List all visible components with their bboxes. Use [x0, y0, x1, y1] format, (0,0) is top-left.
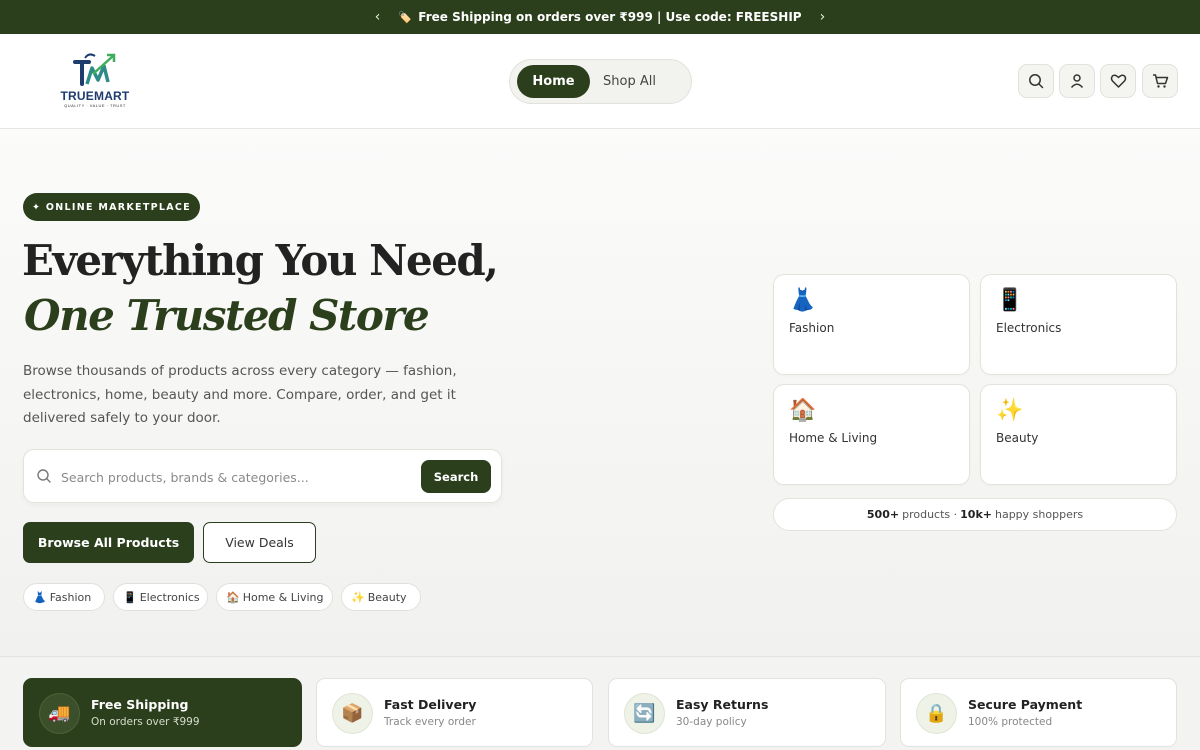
category-label: Electronics — [996, 321, 1062, 335]
hero-section: ✦ ONLINE MARKETPLACE Everything You Need… — [0, 129, 1200, 657]
hero-search: Search — [23, 449, 502, 503]
feature-subtitle: 30-day policy — [676, 716, 747, 728]
logo[interactable]: TRUEMART QUALITY · VALUE · TRUST — [57, 52, 133, 110]
search-submit-button[interactable]: Search — [421, 460, 491, 493]
dress-icon: 👗 — [33, 590, 47, 604]
category-card-fashion[interactable]: 👗 Fashion — [773, 274, 970, 375]
chip-label: Beauty — [367, 590, 407, 604]
search-icon — [1029, 74, 1044, 89]
returns-icon: 🔄 — [624, 693, 665, 734]
feature-subtitle: Track every order — [384, 716, 476, 728]
category-label: Home & Living — [789, 431, 878, 445]
feature-secure-payment: 🔒 Secure Payment 100% protected — [900, 678, 1177, 747]
chevron-right-icon[interactable]: › — [816, 9, 830, 25]
logo-mark-icon — [73, 53, 116, 86]
feature-free-shipping: 🚚 Free Shipping On orders over ₹999 — [23, 678, 302, 747]
chip-beauty[interactable]: ✨ Beauty — [341, 583, 421, 611]
nav-shop-all[interactable]: Shop All — [603, 74, 656, 89]
store-stats: 500+ products · 10k+ happy shoppers — [773, 498, 1177, 531]
shoppers-count: 10k+ — [960, 508, 992, 521]
site-header: TRUEMART QUALITY · VALUE · TRUST Home Sh… — [0, 34, 1200, 129]
tag-icon: 🏷️ — [398, 11, 413, 24]
phone-icon: 📱 — [996, 288, 1024, 313]
search-input[interactable] — [61, 462, 411, 492]
delivery-truck-icon: 🚚 — [39, 693, 80, 734]
phone-icon: 📱 — [123, 590, 137, 604]
chip-fashion[interactable]: 👗 Fashion — [23, 583, 105, 611]
shoppers-label: happy shoppers — [994, 508, 1084, 521]
sparkles-icon: ✨ — [351, 590, 365, 604]
category-card-electronics[interactable]: 📱 Electronics — [980, 274, 1177, 375]
logo-tagline: QUALITY · VALUE · TRUST — [64, 103, 126, 108]
cart-icon — [1152, 74, 1168, 88]
category-card-beauty[interactable]: ✨ Beauty — [980, 384, 1177, 485]
chip-label: Electronics — [139, 590, 200, 604]
nav-home[interactable]: Home — [517, 65, 590, 98]
products-label: products · — [902, 508, 958, 521]
house-icon: 🏠 — [226, 590, 240, 604]
feature-title: Free Shipping — [91, 697, 189, 712]
search-button[interactable] — [1018, 64, 1054, 98]
feature-title: Fast Delivery — [384, 697, 477, 712]
hero-description: Browse thousands of products across ever… — [23, 363, 457, 426]
chip-electronics[interactable]: 📱 Electronics — [113, 583, 208, 611]
hero-headline-line2: One Trusted Store — [24, 291, 430, 340]
chevron-left-icon[interactable]: ‹ — [371, 9, 385, 25]
logo-wordmark: TRUEMART — [60, 89, 130, 103]
marketplace-badge: ✦ ONLINE MARKETPLACE — [23, 193, 200, 221]
category-label: Beauty — [996, 431, 1039, 445]
sparkles-icon: ✨ — [996, 398, 1024, 423]
view-deals-button[interactable]: View Deals — [203, 522, 316, 563]
wishlist-button[interactable] — [1100, 64, 1136, 98]
feature-fast-delivery: 📦 Fast Delivery Track every order — [316, 678, 593, 747]
chip-home-living[interactable]: 🏠 Home & Living — [216, 583, 333, 611]
announcement-text: Free Shipping on orders over ₹999 | Use … — [418, 10, 802, 24]
feature-title: Secure Payment — [968, 697, 1083, 712]
browse-all-products-button[interactable]: Browse All Products — [23, 522, 194, 563]
dress-icon: 👗 — [789, 288, 817, 313]
lock-icon: 🔒 — [916, 693, 957, 734]
house-icon: 🏠 — [789, 398, 817, 423]
heart-icon — [1110, 74, 1126, 88]
announcement-content: 🏷️ Free Shipping on orders over ₹999 | U… — [398, 10, 801, 24]
feature-easy-returns: 🔄 Easy Returns 30-day policy — [608, 678, 886, 747]
feature-subtitle: 100% protected — [968, 716, 1053, 728]
category-label: Fashion — [789, 321, 835, 335]
feature-title: Easy Returns — [676, 697, 769, 712]
products-count: 500+ — [866, 508, 900, 521]
category-card-home-living[interactable]: 🏠 Home & Living — [773, 384, 970, 485]
account-button[interactable] — [1059, 64, 1095, 98]
chip-label: Home & Living — [242, 590, 324, 604]
user-icon — [1070, 74, 1084, 89]
announcement-bar: ‹ 🏷️ Free Shipping on orders over ₹999 |… — [0, 0, 1200, 34]
package-icon: 📦 — [332, 693, 373, 734]
chip-label: Fashion — [49, 590, 92, 604]
cart-button[interactable] — [1142, 64, 1178, 98]
search-icon — [37, 469, 51, 483]
main-nav: Home Shop All — [509, 59, 692, 104]
hero-headline-line1: Everything You Need, — [22, 236, 499, 285]
feature-subtitle: On orders over ₹999 — [91, 716, 200, 728]
